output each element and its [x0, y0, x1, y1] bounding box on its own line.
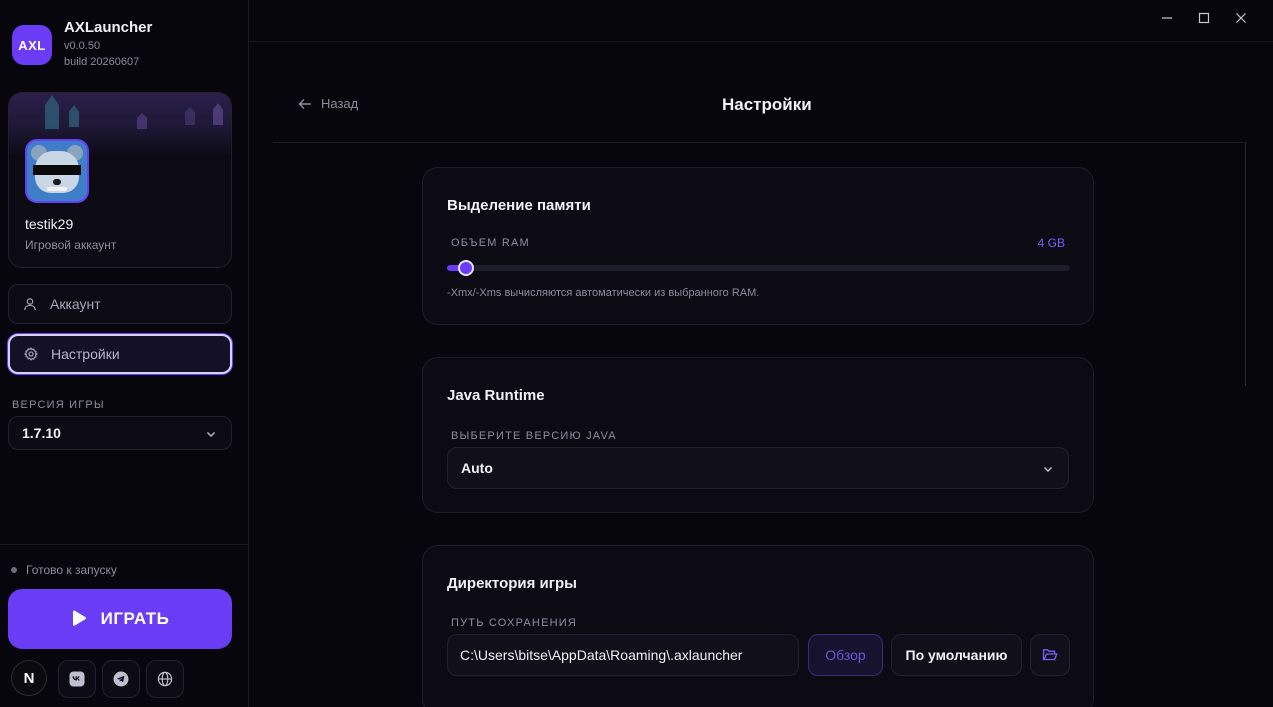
java-card-title: Java Runtime [447, 387, 545, 404]
memory-card: Выделение памяти ОБЪЕМ RAM 4 GB -Xmx/-Xm… [422, 167, 1094, 325]
ram-slider-thumb[interactable] [457, 260, 474, 276]
back-label: Назад [321, 96, 359, 111]
java-field-label: ВЫБЕРИТЕ ВЕРСИЮ JAVA [451, 430, 617, 442]
banner-crystal [137, 113, 147, 129]
minimize-button[interactable] [1155, 9, 1179, 27]
avatar-nose [53, 179, 61, 185]
directory-card-title: Директория игры [447, 575, 577, 592]
status-dot [11, 567, 17, 573]
sidebar-divider [0, 544, 248, 545]
directory-card: Директория игры ПУТЬ СОХРАНЕНИЯ C:\Users… [422, 545, 1094, 707]
ram-hint: -Xmx/-Xms вычисляются автоматически из в… [447, 287, 760, 299]
java-card: Java Runtime ВЫБЕРИТЕ ВЕРСИЮ JAVA Auto [422, 357, 1094, 513]
vk-icon[interactable] [58, 660, 96, 698]
banner-crystal [69, 105, 79, 127]
close-button[interactable] [1229, 9, 1253, 27]
nav-item-settings[interactable]: Настройки [8, 334, 232, 374]
banner-crystal [185, 107, 195, 125]
n-icon-glyph: N [23, 669, 35, 687]
banner-crystal [213, 103, 223, 125]
sidebar: AXL AXLauncher v0.0.50 build 20260607 te… [0, 0, 249, 707]
app-logo: AXL [12, 25, 52, 65]
avatar[interactable] [25, 139, 89, 203]
banner-crystal [45, 95, 59, 129]
ram-slider[interactable] [447, 260, 1070, 276]
folder-icon [1042, 649, 1058, 661]
game-version-select[interactable]: 1.7.10 [8, 416, 232, 450]
gear-icon [24, 347, 38, 361]
globe-icon[interactable] [146, 660, 184, 698]
avatar-sunglasses [33, 165, 81, 175]
page-title: Настройки [722, 95, 812, 114]
chevron-down-icon [1042, 462, 1054, 478]
chevron-down-icon [205, 427, 217, 443]
directory-field-label: ПУТЬ СОХРАНЕНИЯ [451, 617, 578, 629]
app-version: v0.0.50 [64, 40, 101, 52]
header-divider [273, 142, 1247, 143]
telegram-icon[interactable] [102, 660, 140, 698]
minimize-icon [1162, 17, 1172, 19]
java-version-value: Auto [461, 460, 493, 476]
profile-subtitle: Игровой аккаунт [25, 238, 117, 252]
launcher-window: AXL AXLauncher v0.0.50 build 20260607 te… [0, 0, 1273, 707]
titlebar [249, 0, 1273, 42]
game-version-value: 1.7.10 [22, 425, 61, 441]
app-build: build 20260607 [64, 56, 140, 68]
profile-username: testik29 [25, 216, 74, 232]
profile-card: testik29 Игровой аккаунт [8, 92, 232, 268]
play-button-label: ИГРАТЬ [100, 609, 170, 628]
launch-status: Готово к запуску [11, 563, 117, 577]
nav-item-account[interactable]: Аккаунт [8, 284, 232, 324]
close-icon [1236, 13, 1246, 23]
default-path-button[interactable]: По умолчанию [891, 634, 1022, 676]
app-name: AXLauncher [64, 19, 153, 36]
game-version-label: ВЕРСИЯ ИГРЫ [12, 399, 105, 411]
nav-item-label: Настройки [51, 346, 120, 362]
maximize-icon [1198, 12, 1210, 24]
user-icon [23, 297, 37, 311]
scrollbar[interactable] [1245, 143, 1246, 386]
play-icon [72, 610, 86, 626]
avatar-mouth [47, 187, 67, 191]
memory-card-title: Выделение памяти [447, 197, 591, 214]
back-button[interactable]: Назад [298, 96, 358, 111]
browse-button[interactable]: Обзор [808, 634, 883, 676]
arrow-left-icon [298, 98, 311, 109]
ram-value: 4 GB [1037, 236, 1065, 250]
maximize-button[interactable] [1192, 9, 1216, 27]
nav-item-label: Аккаунт [50, 296, 101, 312]
game-path-input[interactable]: C:\Users\bitse\AppData\Roaming\.axlaunch… [447, 634, 799, 676]
status-text: Готово к запуску [26, 563, 117, 577]
n-icon[interactable]: N [11, 660, 47, 696]
play-button[interactable]: ИГРАТЬ [8, 589, 232, 649]
java-version-select[interactable]: Auto [447, 447, 1069, 489]
ram-field-label: ОБЪЕМ RAM [451, 237, 530, 249]
open-folder-button[interactable] [1030, 634, 1070, 676]
